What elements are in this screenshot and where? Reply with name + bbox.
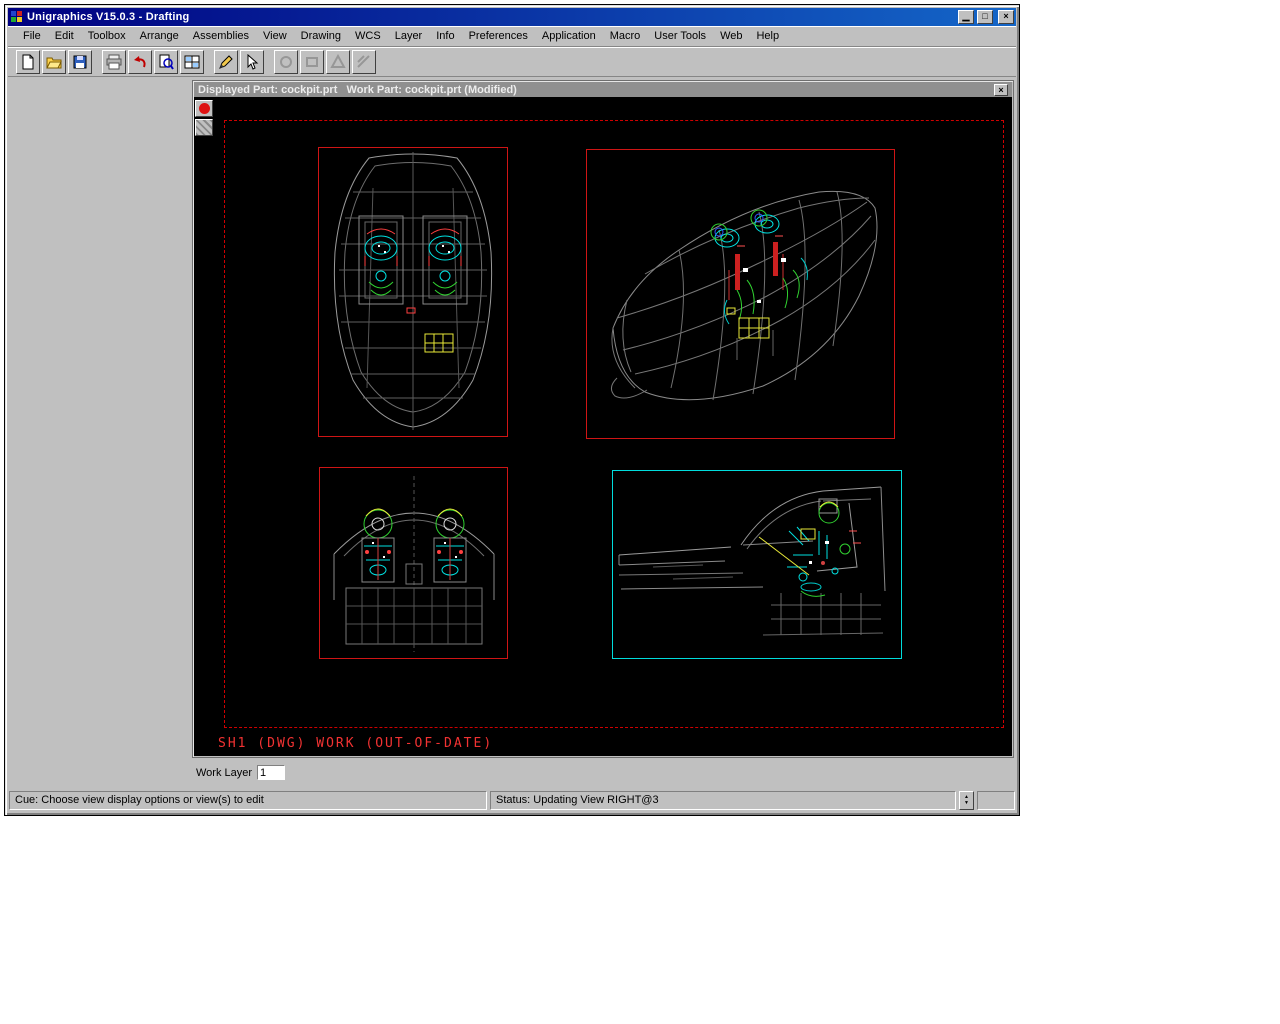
menu-layer[interactable]: Layer <box>388 27 430 45</box>
drawing-window: Displayed Part: cockpit.prt Work Part: c… <box>192 80 1014 758</box>
save-part-button[interactable] <box>68 50 92 74</box>
seat-right-wireframe <box>434 509 466 582</box>
open-part-icon <box>46 54 62 70</box>
menu-info[interactable]: Info <box>429 27 461 45</box>
menu-application[interactable]: Application <box>535 27 603 45</box>
view-front-wireframe <box>320 468 507 658</box>
tool-a-icon <box>278 54 294 70</box>
open-part-button[interactable] <box>42 50 66 74</box>
sheet-status-label: SH1 (DWG) WORK (OUT-OF-DATE) <box>218 736 493 751</box>
save-part-icon <box>72 54 88 70</box>
view-right[interactable] <box>612 470 902 659</box>
work-layer-row: Work Layer <box>196 764 285 781</box>
view-layout-icon <box>184 54 200 70</box>
zoom-view-icon <box>158 54 174 70</box>
status-bar: Cue: Choose view display options or view… <box>8 788 1016 812</box>
new-part-icon <box>20 54 36 70</box>
seat-left-wireframe <box>362 509 394 582</box>
menu-toolbox[interactable]: Toolbox <box>81 27 133 45</box>
window-title: Unigraphics V15.0.3 - Drafting <box>27 11 955 23</box>
edit-view-button[interactable] <box>240 50 264 74</box>
view-isometric-wireframe <box>587 150 894 438</box>
side-panel <box>8 77 192 788</box>
work-layer-label: Work Layer <box>196 767 252 779</box>
edit-view-icon <box>244 54 260 70</box>
new-part-button[interactable] <box>16 50 40 74</box>
seat-right-wireframe <box>423 216 467 304</box>
tool-d-button[interactable] <box>352 50 376 74</box>
app-window: Unigraphics V15.0.3 - Drafting ▁ □ × Fil… <box>4 4 1020 816</box>
stop-icon <box>199 103 210 114</box>
tool-c-icon <box>330 54 346 70</box>
view-top-wireframe <box>319 148 507 436</box>
menu-user-tools[interactable]: User Tools <box>647 27 713 45</box>
drawing-close-button-icon[interactable]: × <box>994 84 1008 96</box>
client-area: Displayed Part: cockpit.prt Work Part: c… <box>8 77 1016 788</box>
drawing-canvas[interactable]: SH1 (DWG) WORK (OUT-OF-DATE) <box>194 97 1012 756</box>
menu-wcs[interactable]: WCS <box>348 27 388 45</box>
tool-c-button[interactable] <box>326 50 350 74</box>
status-scroll-button[interactable]: ▲ ▼ <box>959 791 974 810</box>
cue-panel: Cue: Choose view display options or view… <box>9 791 487 810</box>
tool-a-button[interactable] <box>274 50 298 74</box>
menu-assemblies[interactable]: Assemblies <box>186 27 256 45</box>
tool-d-icon <box>356 54 372 70</box>
drawing-window-title: Displayed Part: cockpit.prt Work Part: c… <box>198 84 994 96</box>
seat-left-wireframe <box>359 216 403 304</box>
stop-button[interactable] <box>195 100 213 117</box>
title-bar[interactable]: Unigraphics V15.0.3 - Drafting ▁ □ × <box>8 8 1016 26</box>
menu-web[interactable]: Web <box>713 27 749 45</box>
undo-icon <box>132 54 148 70</box>
view-front[interactable] <box>319 467 508 659</box>
view-layout-button[interactable] <box>180 50 204 74</box>
minimize-button-icon[interactable]: ▁ <box>958 10 974 24</box>
menu-arrange[interactable]: Arrange <box>133 27 186 45</box>
undo-button[interactable] <box>128 50 152 74</box>
status-panel: Status: Updating View RIGHT@3 <box>490 791 956 810</box>
tool-b-button[interactable] <box>300 50 324 74</box>
plot-button[interactable] <box>214 50 238 74</box>
zoom-view-button[interactable] <box>154 50 178 74</box>
drawing-window-titlebar[interactable]: Displayed Part: cockpit.prt Work Part: c… <box>194 82 1012 97</box>
toolbar <box>8 47 1016 77</box>
menu-view[interactable]: View <box>256 27 294 45</box>
menu-bar: File Edit Toolbox Arrange Assemblies Vie… <box>8 26 1016 47</box>
print-icon <box>106 54 122 70</box>
seat-side-wireframe <box>759 499 861 596</box>
plot-icon <box>218 54 234 70</box>
close-button-icon[interactable]: × <box>998 10 1014 24</box>
print-button[interactable] <box>102 50 126 74</box>
view-top[interactable] <box>318 147 508 437</box>
menu-edit[interactable]: Edit <box>48 27 81 45</box>
tool-b-icon <box>304 54 320 70</box>
status-end-panel <box>977 791 1015 810</box>
menu-drawing[interactable]: Drawing <box>294 27 348 45</box>
spin-down-icon: ▼ <box>964 800 969 806</box>
maximize-button-icon[interactable]: □ <box>977 10 993 24</box>
menu-macro[interactable]: Macro <box>603 27 648 45</box>
menu-file[interactable]: File <box>16 27 48 45</box>
view-isometric[interactable] <box>586 149 895 439</box>
work-layer-input[interactable] <box>257 765 285 780</box>
app-icon <box>10 10 24 24</box>
menu-help[interactable]: Help <box>749 27 786 45</box>
menu-preferences[interactable]: Preferences <box>462 27 535 45</box>
view-right-wireframe <box>613 471 901 658</box>
clip-toggle-button[interactable] <box>195 119 213 136</box>
